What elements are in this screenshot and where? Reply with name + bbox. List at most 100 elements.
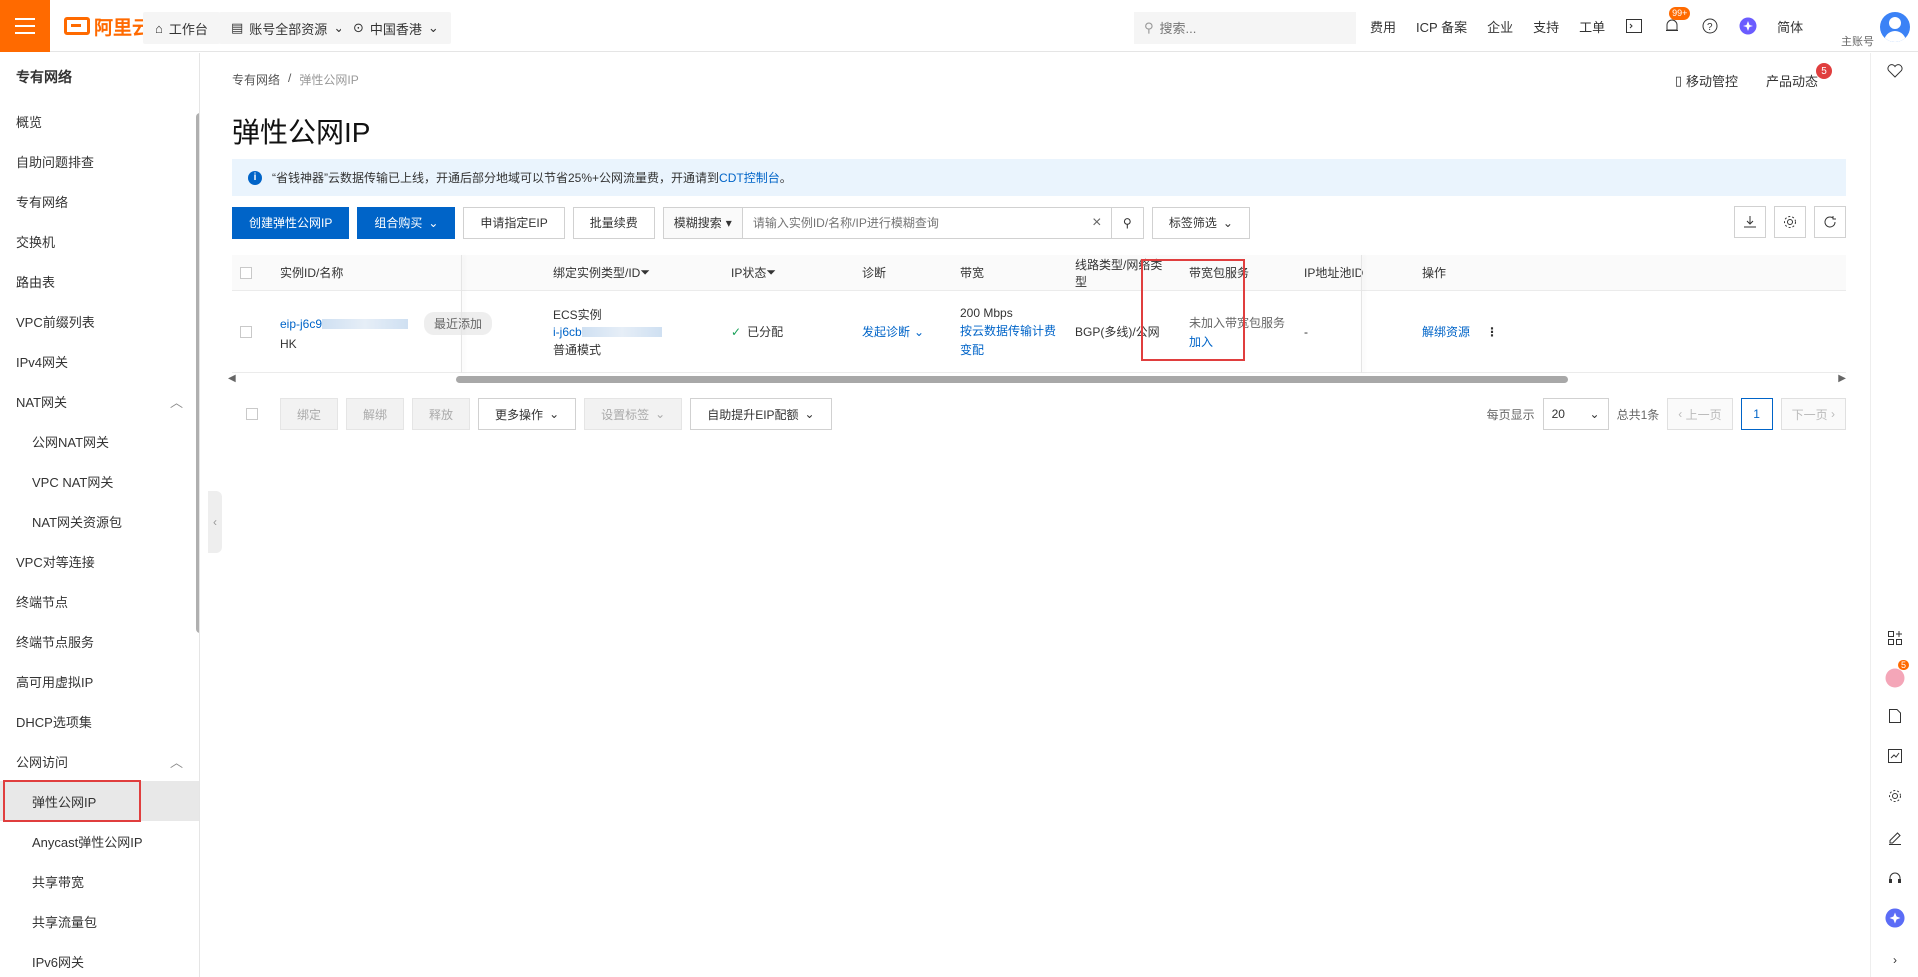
- link-support[interactable]: 支持: [1533, 17, 1559, 36]
- apps-icon[interactable]: [1885, 628, 1905, 648]
- sidebar-item[interactable]: 终端节点: [0, 581, 199, 621]
- sidebar-collapse-handle[interactable]: ‹: [208, 491, 222, 553]
- unbind-button[interactable]: 解绑: [346, 398, 405, 430]
- sidebar-item[interactable]: 弹性公网IP: [0, 780, 199, 822]
- billing-link[interactable]: 按云数据传输计费: [960, 322, 1056, 339]
- create-eip-button[interactable]: 创建弹性公网IP: [232, 206, 350, 239]
- refresh-icon[interactable]: [1814, 206, 1846, 238]
- download-icon[interactable]: [1734, 206, 1766, 238]
- health-icon[interactable]: [1885, 61, 1905, 81]
- bound-instance-link[interactable]: i-j6cb: [553, 325, 582, 339]
- release-button[interactable]: 释放: [412, 398, 471, 430]
- chevron-down-icon[interactable]: ⌄: [914, 325, 924, 339]
- sidebar-item[interactable]: 专有网络: [0, 181, 199, 221]
- sidebar-scrollbar[interactable]: [196, 113, 199, 633]
- sidebar-item[interactable]: 共享带宽: [0, 861, 199, 901]
- link-billing[interactable]: 费用: [1370, 17, 1396, 36]
- bell-icon[interactable]: 99+: [1663, 7, 1691, 35]
- instance-search-input[interactable]: [742, 207, 1083, 238]
- link-enterprise[interactable]: 企业: [1487, 17, 1513, 36]
- sidebar-item[interactable]: IPv4网关: [0, 341, 199, 381]
- combo-buy-button[interactable]: 组合购买 ⌄: [357, 206, 456, 239]
- batch-renew-button[interactable]: 批量续费: [572, 206, 655, 239]
- breadcrumb-vpc[interactable]: 专有网络: [232, 71, 280, 88]
- sidebar-item-label: IPv4网关: [16, 354, 69, 370]
- apply-specific-eip-button[interactable]: 申请指定EIP: [463, 206, 565, 239]
- sidebar-item[interactable]: NAT网关 ︿: [0, 381, 199, 421]
- menu-toggle-button[interactable]: [0, 0, 50, 52]
- ai-assistant-icon[interactable]: [1885, 908, 1905, 928]
- scroll-left-icon[interactable]: ◀: [228, 373, 236, 384]
- report-icon[interactable]: [1885, 746, 1905, 766]
- change-config-link[interactable]: 变配: [960, 341, 984, 358]
- search-button[interactable]: ⚲: [1110, 207, 1143, 238]
- tag-filter-button[interactable]: 标签筛选 ⌄: [1151, 206, 1250, 239]
- language-switch[interactable]: 简体: [1777, 17, 1803, 36]
- region-dropdown[interactable]: ⊙ 中国香港 ⌄: [341, 12, 451, 44]
- product-news-button[interactable]: 产品动态 5: [1766, 63, 1832, 90]
- top-navbar: 阿里云 ⌂ 工作台 ▤ 账号全部资源 ⌄ ⊙ 中国香港 ⌄ ⚲ 费用 ICP 备…: [0, 0, 1918, 52]
- chevron-right-icon[interactable]: ›: [1885, 950, 1905, 970]
- search-mode-select[interactable]: 模糊搜索 ▾: [663, 207, 743, 238]
- clear-icon[interactable]: ×: [1083, 208, 1111, 238]
- edit-icon[interactable]: [1885, 828, 1905, 848]
- global-search-input[interactable]: [1159, 20, 1330, 36]
- sidebar-item[interactable]: Anycast弹性公网IP: [0, 821, 199, 861]
- sidebar-item[interactable]: DHCP选项集: [0, 701, 199, 741]
- assistant-icon[interactable]: [1739, 17, 1757, 35]
- per-page-select[interactable]: 20 ⌄: [1542, 398, 1609, 430]
- sidebar-item[interactable]: 公网NAT网关: [0, 421, 199, 461]
- sidebar-item[interactable]: 公网访问 ︿: [0, 741, 199, 781]
- cdt-console-link[interactable]: CDT控制台: [719, 171, 780, 185]
- chevron-up-icon[interactable]: ︿: [170, 752, 183, 771]
- account-resources-dropdown[interactable]: ▤ 账号全部资源 ⌄: [219, 12, 357, 44]
- document-icon[interactable]: [1885, 706, 1905, 726]
- avatar[interactable]: [1880, 12, 1910, 42]
- terminal-icon[interactable]: [1625, 17, 1643, 35]
- sidebar-item[interactable]: 路由表: [0, 261, 199, 301]
- sidebar-item[interactable]: 高可用虚拟IP: [0, 661, 199, 701]
- mobile-control-button[interactable]: ▯ 移动管控: [1675, 71, 1738, 90]
- bulk-select-checkbox[interactable]: [246, 408, 258, 420]
- sidebar-item[interactable]: 自助问题排查: [0, 141, 199, 181]
- help-icon[interactable]: ?: [1701, 17, 1719, 35]
- avatar-assistant-icon[interactable]: 5: [1885, 660, 1909, 688]
- link-icp[interactable]: ICP 备案: [1416, 17, 1467, 36]
- next-page-button[interactable]: 下一页 ›: [1780, 398, 1846, 430]
- more-operations-button[interactable]: 更多操作 ⌄: [478, 398, 577, 430]
- instance-id-link[interactable]: eip-j6c9: [280, 317, 322, 331]
- filter-icon[interactable]: ⏷: [766, 265, 776, 280]
- global-search[interactable]: ⚲: [1134, 12, 1356, 44]
- select-all-checkbox[interactable]: [240, 266, 252, 279]
- gear-icon[interactable]: [1885, 786, 1905, 806]
- row-checkbox[interactable]: [240, 325, 252, 338]
- chevron-up-icon[interactable]: ︿: [170, 392, 183, 411]
- scroll-thumb[interactable]: [456, 376, 1568, 383]
- set-tag-button[interactable]: 设置标签 ⌄: [584, 398, 683, 430]
- sidebar-item[interactable]: IPv6网关: [0, 941, 199, 977]
- scroll-right-icon[interactable]: ▶: [1838, 373, 1846, 384]
- sidebar-item[interactable]: VPC对等连接: [0, 541, 199, 581]
- link-ticket[interactable]: 工单: [1579, 17, 1605, 36]
- sidebar-item[interactable]: NAT网关资源包: [0, 501, 199, 541]
- unbind-resource-link[interactable]: 解绑资源: [1422, 323, 1470, 340]
- sidebar-item[interactable]: 终端节点服务: [0, 621, 199, 661]
- sidebar-item[interactable]: VPC前缀列表: [0, 301, 199, 341]
- page-1-button[interactable]: 1: [1740, 398, 1773, 430]
- workbench-button[interactable]: ⌂ 工作台: [143, 12, 220, 44]
- sidebar-item[interactable]: 交换机: [0, 221, 199, 261]
- headset-icon[interactable]: [1885, 868, 1905, 888]
- diagnose-link[interactable]: 发起诊断: [862, 323, 910, 340]
- prev-page-button[interactable]: ‹ 上一页: [1667, 398, 1733, 430]
- filter-icon[interactable]: ⏷: [640, 265, 650, 280]
- bulk-checkbox-cell: [232, 408, 272, 420]
- quota-increase-button[interactable]: 自助提升EIP配额 ⌄: [690, 398, 832, 430]
- bind-button[interactable]: 绑定: [280, 398, 339, 430]
- sidebar-item[interactable]: VPC NAT网关: [0, 461, 199, 501]
- sidebar-item[interactable]: 概览: [0, 101, 199, 141]
- sidebar-item[interactable]: 共享流量包: [0, 901, 199, 941]
- table-horizontal-scrollbar[interactable]: ◀ ▶: [228, 373, 1846, 385]
- aliyun-logo[interactable]: 阿里云: [64, 14, 151, 39]
- more-actions-icon[interactable]: ⋮: [1486, 325, 1498, 339]
- settings-icon[interactable]: [1774, 206, 1806, 238]
